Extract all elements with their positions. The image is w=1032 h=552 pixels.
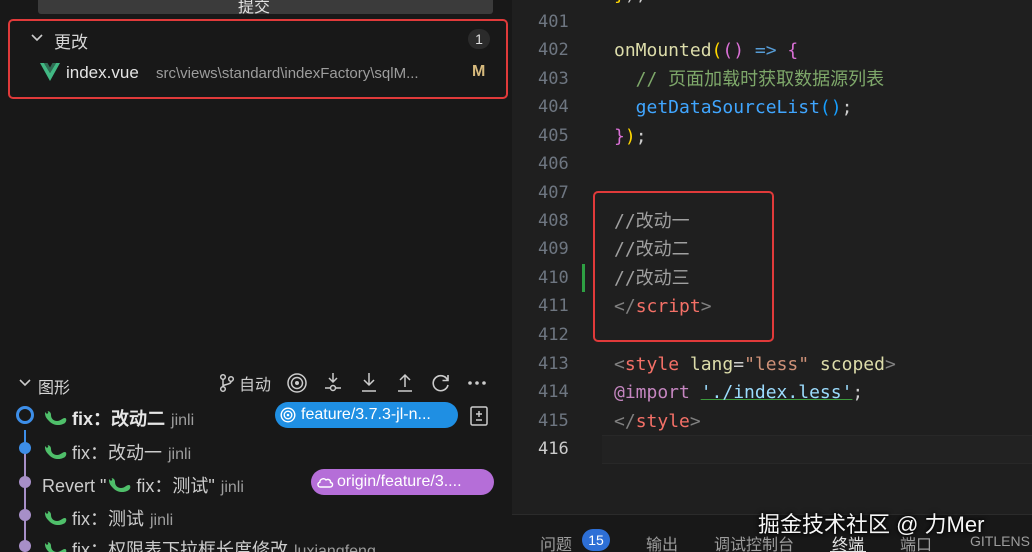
highlight-box: [8, 19, 508, 99]
caterpillar-emoji-icon: [109, 478, 131, 493]
refresh-button[interactable]: [423, 372, 459, 394]
caterpillar-emoji-icon: [45, 542, 67, 552]
source-control-sidebar: 提交 更改 1 index.vue src\views\standard\ind…: [0, 0, 512, 552]
code-text: });: [614, 126, 647, 147]
commit-author: luxiangfeng: [294, 543, 376, 552]
pull-icon: [362, 373, 377, 392]
commit-prefix: Revert ": [42, 476, 107, 496]
remote-branch-name: origin/feature/3....: [337, 473, 462, 490]
tab-problems[interactable]: 问题: [540, 531, 572, 552]
watermark: 掘金技术社区 @ 力Mer: [758, 512, 985, 537]
line-number: 415: [538, 411, 569, 431]
push-button[interactable]: [387, 372, 423, 394]
fetch-button[interactable]: [315, 372, 351, 394]
code-text: @import './index.less';: [614, 382, 864, 403]
commit-author: jinli: [168, 446, 192, 463]
commit-author: jinli: [171, 412, 195, 429]
code-line: 401: [512, 8, 1032, 37]
chevron-down-icon[interactable]: [18, 376, 32, 390]
pull-button[interactable]: [351, 372, 387, 394]
tab-output[interactable]: 输出: [646, 531, 678, 552]
code-text: <style lang="less" scoped>: [614, 354, 896, 375]
cloud-icon: [317, 478, 334, 488]
line-number: 408: [538, 211, 569, 231]
commit-text: fix：权限表下拉框长度修改 luxiangfeng: [42, 536, 376, 552]
graph-toolbar: 自动: [218, 372, 495, 394]
code-line: 404 getDataSourceList();: [512, 93, 1032, 122]
commit-text: fix：测试 jinli: [42, 505, 173, 531]
commit-button[interactable]: 提交: [38, 0, 493, 16]
line-number: 416: [538, 439, 569, 459]
line-number: 414: [538, 382, 569, 402]
target-button[interactable]: [279, 372, 315, 394]
commit-text: Revert " fix：测试" jinli: [42, 472, 244, 498]
line-number: 402: [538, 40, 569, 60]
code-line: 415 </style>: [512, 407, 1032, 436]
caterpillar-emoji-icon: [45, 445, 67, 460]
line-number: 413: [538, 354, 569, 374]
commit-button-label: 提交: [238, 0, 271, 16]
fetch-icon: [325, 373, 342, 392]
push-icon: [398, 373, 413, 392]
line-number: 407: [538, 183, 569, 203]
modified-line-gutter-marker[interactable]: [582, 264, 585, 292]
refresh-icon: [432, 374, 449, 392]
caterpillar-emoji-icon: [45, 411, 67, 426]
code-line: 406: [512, 150, 1032, 179]
code-line: 402 onMounted(() => {: [512, 36, 1032, 65]
target-icon: [280, 407, 296, 423]
commit-row[interactable]: fix：测试 jinli: [0, 500, 512, 530]
line-number: 405: [538, 126, 569, 146]
code-text: getDataSourceList();: [614, 97, 853, 118]
commit-author: jinli: [150, 512, 174, 529]
more-button[interactable]: [459, 372, 495, 394]
commit-text: fix：改动一 jinli: [42, 439, 191, 465]
auto-branch-button[interactable]: 自动: [218, 372, 279, 394]
more-icon: [468, 381, 486, 385]
line-number: 411: [538, 296, 569, 316]
compare-changes-icon[interactable]: [468, 405, 490, 427]
code-comment: // 页面加载时获取数据源列表: [614, 69, 885, 90]
graph-section-header[interactable]: 图形 自动: [0, 370, 512, 397]
highlight-box: [593, 191, 774, 342]
line-number: 410: [538, 268, 569, 288]
line-number: 401: [538, 12, 569, 32]
target-icon: [287, 373, 307, 393]
graph-node: [19, 476, 31, 488]
commit-message: fix：改动二: [72, 409, 166, 429]
line-number: 404: [538, 97, 569, 117]
commit-row[interactable]: fix：改动一 jinli: [0, 434, 512, 464]
code-line: 416: [512, 435, 1032, 464]
line-number: 412: [538, 325, 569, 345]
line-number: 409: [538, 239, 569, 259]
commit-row[interactable]: fix：权限表下拉框长度修改 luxiangfeng: [0, 531, 512, 552]
remote-branch-badge[interactable]: origin/feature/3....: [311, 469, 494, 495]
local-branch-name: feature/3.7.3-jl-n...: [301, 406, 431, 423]
graph-node-head: [16, 406, 34, 424]
code-line: 405 });: [512, 122, 1032, 151]
graph-node: [19, 442, 31, 454]
graph-node: [19, 509, 31, 521]
problems-count-badge: 15: [582, 529, 610, 551]
line-number: 403: [538, 69, 569, 89]
commit-message: fix：测试: [72, 509, 144, 529]
commit-message: fix：测试": [136, 476, 215, 496]
auto-label: 自动: [239, 377, 272, 394]
code-text: onMounted(() => {: [614, 40, 799, 61]
code-line: 414 @import './index.less';: [512, 378, 1032, 407]
graph-node: [19, 540, 31, 552]
branch-icon: [219, 373, 235, 393]
code-line: 403 // 页面加载时获取数据源列表: [512, 65, 1032, 94]
commit-text: fix：改动二 jinli: [42, 405, 194, 431]
caterpillar-emoji-icon: [45, 511, 67, 526]
local-branch-badge[interactable]: feature/3.7.3-jl-n...: [275, 402, 458, 428]
commit-author: jinli: [220, 479, 244, 496]
graph-title: 图形: [38, 380, 71, 397]
code-line: 413 <style lang="less" scoped>: [512, 350, 1032, 379]
commit-message: fix：改动一: [72, 443, 162, 463]
code-text: </style>: [614, 411, 701, 432]
line-number: 406: [538, 154, 569, 174]
commit-message: fix：权限表下拉框长度修改: [72, 540, 288, 552]
